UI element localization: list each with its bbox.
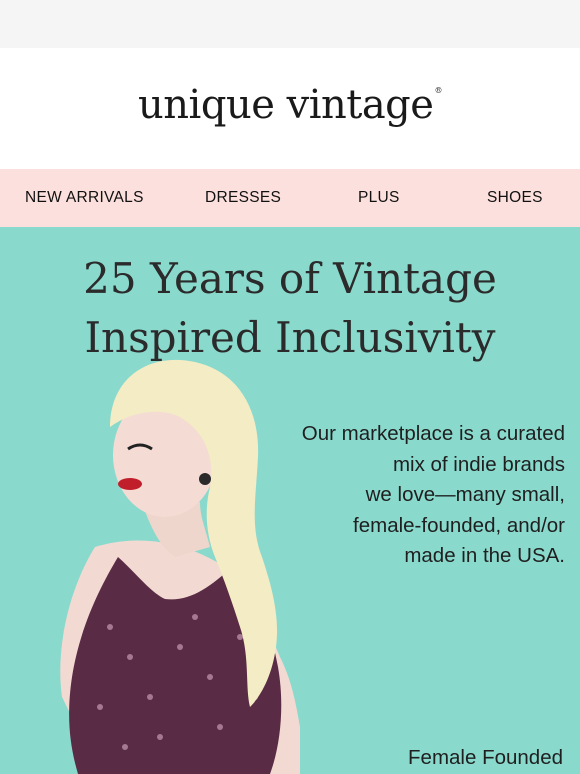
- nav-item-new-arrivals[interactable]: NEW ARRIVALS: [25, 189, 144, 207]
- main-nav: NEW ARRIVALS DRESSES PLUS SHOES: [0, 169, 580, 227]
- hero-copy-line: made in the USA.: [404, 544, 565, 567]
- header-logo-area: unique vintage®: [0, 48, 580, 169]
- hero-headline-line2: Inspired Inclusivity: [84, 313, 496, 362]
- earring-shape: [199, 473, 211, 485]
- nav-item-dresses[interactable]: DRESSES: [205, 189, 281, 207]
- hero-copy-line: mix of indie brands: [392, 452, 565, 476]
- hero-headline: 25 Years of Vintage Inspired Inclusivity: [0, 249, 580, 367]
- model-lips-shape: [118, 478, 142, 490]
- registered-mark: ®: [434, 85, 442, 95]
- hero-copy-line: we love—many small,: [365, 483, 565, 506]
- brand-logo[interactable]: unique vintage®: [138, 82, 442, 128]
- hero-headline-line1: 25 Years of Vintage: [83, 254, 497, 303]
- hero-copy-line: female-founded, and/or: [353, 513, 565, 537]
- hero-copy: Our marketplace is a curated mix of indi…: [265, 419, 565, 572]
- brand-logo-text: unique vintage: [138, 81, 434, 128]
- female-founded-label: Female Founded: [408, 746, 563, 769]
- nav-item-shoes[interactable]: SHOES: [487, 189, 543, 207]
- nav-item-plus[interactable]: PLUS: [358, 189, 400, 207]
- top-spacer-bar: [0, 0, 580, 48]
- hero-banner[interactable]: 25 Years of Vintage Inspired Inclusivity…: [0, 227, 580, 774]
- hero-copy-line: Our marketplace is a curated: [301, 422, 565, 445]
